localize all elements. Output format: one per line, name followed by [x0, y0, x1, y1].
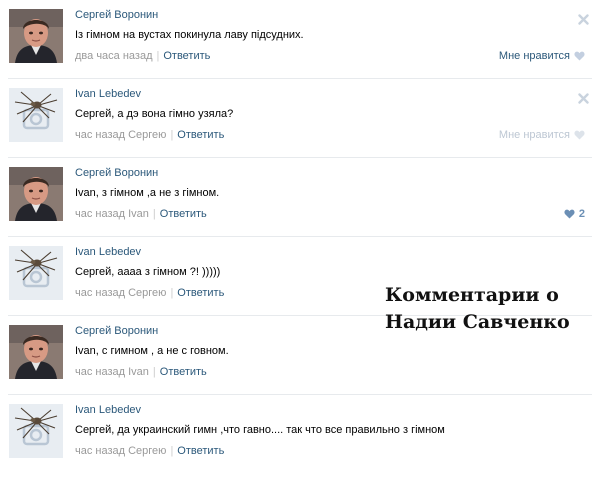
like-button[interactable]: Мне нравится [499, 129, 585, 141]
comment-item: Сергей Воронин Із гімном на вустах покин… [0, 0, 600, 79]
meta-separator: | [156, 50, 160, 62]
comment-item: Ivan Lebedev Сергей, а дэ вона гімно узя… [0, 79, 600, 158]
avatar[interactable] [9, 9, 63, 63]
comment-text: Сергей, а дэ вона гімно узяла? [75, 108, 234, 120]
comment-item: Ivan Lebedev Сергей, да украинский гимн … [0, 395, 600, 474]
comment-meta: час назад Сергею | Ответить [75, 445, 224, 457]
overlay-caption: Комментарии о Надии Савченко [385, 282, 585, 336]
comment-text: Сергей, да украинский гимн ,что гавно...… [75, 424, 445, 436]
reply-link[interactable]: Ответить [177, 129, 224, 141]
comment-text: Із гімном на вустах покинула лаву підсуд… [75, 29, 304, 41]
comment-author[interactable]: Сергей Воронин [75, 167, 158, 179]
spider-camera-photo [9, 404, 63, 458]
comment-time: час назад Сергею [75, 287, 167, 299]
comment-time: час назад Ivan [75, 366, 149, 378]
like-button[interactable]: Мне нравится [499, 50, 585, 62]
comment-meta: час назад Сергею | Ответить [75, 287, 224, 299]
avatar[interactable] [9, 404, 63, 458]
user-photo [9, 9, 63, 63]
heart-icon [574, 51, 585, 61]
spider-camera-photo [9, 246, 63, 300]
meta-separator: | [170, 129, 174, 141]
reply-link[interactable]: Ответить [177, 445, 224, 457]
reply-link[interactable]: Ответить [163, 50, 210, 62]
reply-link[interactable]: Ответить [177, 287, 224, 299]
comment-time: час назад Сергею [75, 445, 167, 457]
heart-icon [564, 209, 575, 219]
heart-icon [574, 130, 585, 140]
spider-camera-photo [9, 88, 63, 142]
comment-time: два часа назад [75, 50, 153, 62]
comment-text: Сергей, аааа з гімном ?! ))))) [75, 266, 221, 278]
caption-line-1: Комментарии о [385, 284, 559, 306]
comment-author[interactable]: Ivan Lebedev [75, 246, 141, 258]
comment-meta: час назад Ivan | Ответить [75, 208, 207, 220]
comment-text: Ivan, с гимном , а не с говном. [75, 345, 229, 357]
like-label: Мне нравится [498, 50, 570, 62]
comment-author[interactable]: Сергей Воронин [75, 325, 158, 337]
comment-author[interactable]: Ivan Lebedev [75, 404, 141, 416]
comment-author[interactable]: Сергей Воронин [75, 9, 158, 21]
avatar[interactable] [9, 88, 63, 142]
reply-link[interactable]: Ответить [160, 208, 207, 220]
like-button[interactable]: 2 [564, 208, 585, 220]
comment-time: час назад Ivan [75, 208, 149, 220]
avatar[interactable] [9, 167, 63, 221]
avatar[interactable] [9, 325, 63, 379]
avatar[interactable] [9, 246, 63, 300]
comment-author[interactable]: Ivan Lebedev [75, 88, 141, 100]
meta-separator: | [152, 366, 156, 378]
comment-meta: два часа назад | Ответить [75, 50, 210, 62]
comment-item: Сергей Воронин Ivan, з гімном ,а не з гі… [0, 158, 600, 237]
meta-separator: | [170, 445, 174, 457]
meta-separator: | [152, 208, 156, 220]
like-label: Мне нравится [498, 129, 570, 141]
comment-text: Ivan, з гімном ,а не з гімном. [75, 187, 220, 199]
like-count: 2 [578, 208, 585, 220]
comment-meta: час назад Ivan | Ответить [75, 366, 207, 378]
meta-separator: | [170, 287, 174, 299]
comment-time: час назад Сергею [75, 129, 167, 141]
reply-link[interactable]: Ответить [160, 366, 207, 378]
user-photo [9, 167, 63, 221]
close-icon[interactable] [578, 12, 589, 25]
caption-line-2: Надии Савченко [385, 311, 570, 333]
comment-meta: час назад Сергею | Ответить [75, 129, 224, 141]
close-icon[interactable] [578, 91, 589, 104]
user-photo [9, 325, 63, 379]
